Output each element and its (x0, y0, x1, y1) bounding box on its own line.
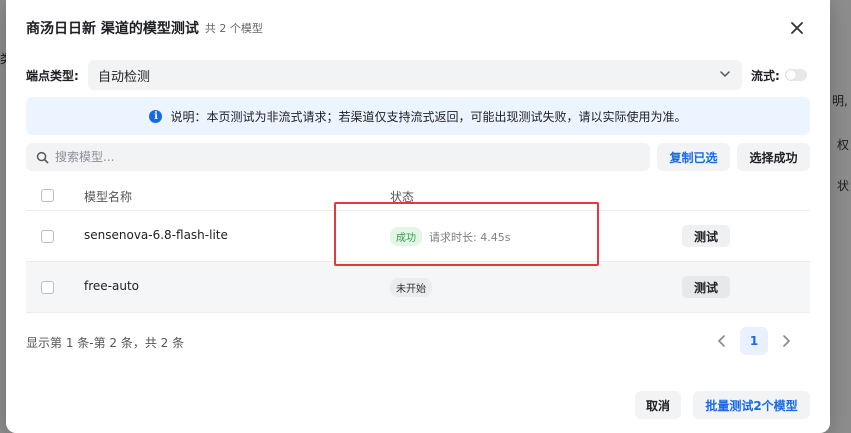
status-cell: 未开始 (390, 278, 432, 297)
status-cell: 成功 请求时长: 4.45s (390, 227, 510, 246)
dialog-header: 商汤日日新 渠道的模型测试 共 2 个模型 (26, 16, 810, 40)
endpoint-type-value: 自动检测 (98, 69, 151, 85)
table-header: 模型名称 状态 (26, 180, 810, 211)
request-duration: 请求时长: 4.45s (429, 230, 511, 244)
table-row: free-auto 未开始 测试 (26, 262, 810, 313)
dialog-title: 商汤日日新 渠道的模型测试 (26, 21, 199, 37)
info-banner: i 说明：本页测试为非流式请求；若渠道仅支持流式返回，可能出现测试失败，请以实际… (26, 97, 810, 135)
stream-label: 流式: (751, 68, 780, 83)
model-test-dialog: 商汤日日新 渠道的模型测试 共 2 个模型 端点类型: 自动检测 流式: i 说… (6, 0, 830, 433)
chevron-left-icon[interactable] (710, 327, 734, 355)
endpoint-type-label: 端点类型: (26, 68, 79, 83)
endpoint-type-select[interactable]: 自动检测 (88, 60, 742, 90)
stream-toggle[interactable] (784, 69, 807, 81)
close-icon[interactable] (786, 17, 808, 39)
model-name: free-auto (84, 279, 139, 293)
search-row: 复制已选 选择成功 (26, 143, 810, 171)
model-name: sensenova-6.8-flash-lite (84, 228, 228, 242)
cancel-button[interactable]: 取消 (635, 391, 681, 419)
search-input[interactable] (55, 150, 615, 164)
select-success-button[interactable]: 选择成功 (737, 143, 810, 171)
table-row: sensenova-6.8-flash-lite 成功 请求时长: 4.45s … (26, 211, 810, 262)
page-number[interactable]: 1 (740, 327, 768, 355)
status-badge: 成功 (390, 227, 422, 246)
info-icon: i (149, 109, 163, 123)
batch-test-button[interactable]: 批量测试2个模型 (693, 391, 810, 419)
info-text: 说明：本页测试为非流式请求；若渠道仅支持流式返回，可能出现测试失败，请以实际使用… (170, 109, 687, 124)
search-icon (36, 151, 49, 163)
header-status: 状态 (390, 190, 415, 204)
chevron-right-icon[interactable] (774, 327, 798, 355)
test-button[interactable]: 测试 (682, 276, 730, 298)
pagination-summary: 显示第 1 条-第 2 条，共 2 条 (26, 336, 185, 350)
chevron-down-icon (720, 71, 730, 77)
pagination: 1 (710, 327, 798, 355)
row-checkbox[interactable] (41, 281, 54, 294)
models-table: 模型名称 状态 sensenova-6.8-flash-lite 成功 请求时长… (26, 180, 810, 313)
stream-control: 流式: (751, 60, 807, 90)
copy-selected-button[interactable]: 复制已选 (657, 143, 730, 171)
endpoint-row: 端点类型: 自动检测 流式: (26, 60, 810, 90)
search-box (26, 143, 650, 171)
header-model-name: 模型名称 (84, 190, 133, 204)
status-badge: 未开始 (390, 278, 432, 297)
test-button[interactable]: 测试 (682, 225, 730, 247)
select-all-checkbox[interactable] (41, 189, 54, 202)
model-count: 共 2 个模型 (204, 22, 263, 35)
row-checkbox[interactable] (41, 230, 54, 243)
